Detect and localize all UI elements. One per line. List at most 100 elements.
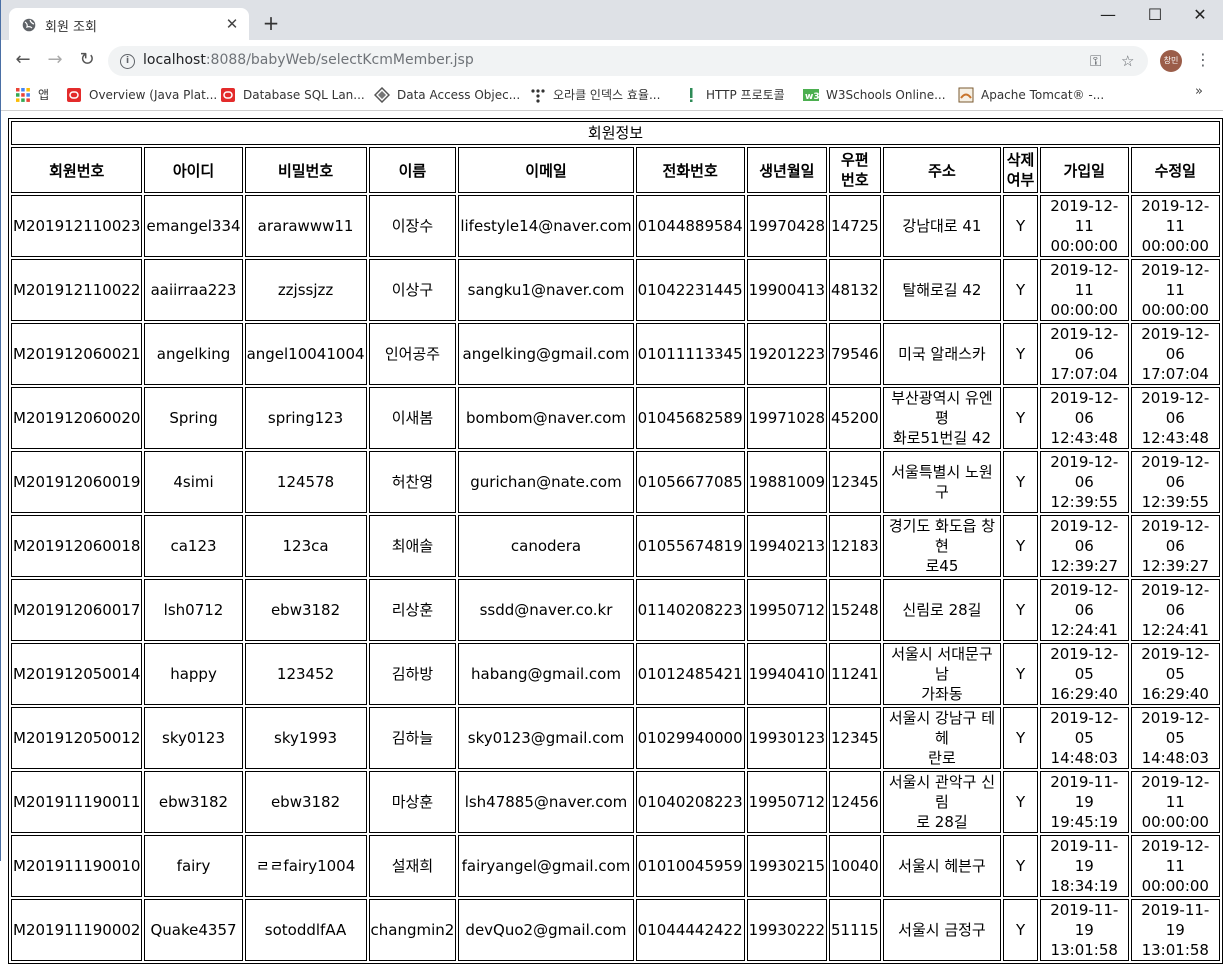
column-header-user-id: 아이디 [144,147,243,193]
bookmark-label: 오라클 인덱스 효율... [553,88,661,102]
reload-icon[interactable]: ↻ [77,50,97,70]
table-row: M201912110022 aaiirraa223 zzjssjzz 이상구 sangk… [11,259,1220,321]
menu-dots-icon[interactable]: ⋮ [1195,49,1211,71]
cell-user-id: sky0123 [144,707,243,769]
cell-member-id: M201912050012 [11,707,143,769]
cell-joined: 2019-12-05 14:48:03 [1039,707,1129,769]
bookmark-label: W3Schools Online... [826,88,946,102]
cell-phone: 01029940000 [635,707,745,769]
cell-address: 신림로 28길 [882,579,1002,641]
column-header-member-id: 회원번호 [11,147,143,193]
cell-birthdate: 19930222 [746,899,827,961]
cell-email: lsh47885@naver.com [458,771,634,833]
bookmark-java-overview[interactable]: Overview (Java Plat... [66,85,217,105]
cell-member-id: M201912050014 [11,643,143,705]
cell-email: sky0123@gmail.com [458,707,634,769]
bookmark-oracle-index[interactable]: 오라클 인덱스 효율... [530,85,660,105]
tomcat-icon [958,87,974,102]
svg-text:w3: w3 [805,92,819,102]
bookmark-data-access[interactable]: Data Access Objec... [374,85,520,105]
window-close-icon[interactable]: ✕ [1177,0,1223,30]
cell-deleted: Y [1003,835,1038,897]
column-header-name: 이름 [368,147,457,193]
cell-modified: 2019-12-06 12:39:27 [1130,515,1220,577]
cell-modified: 2019-12-05 14:48:03 [1130,707,1220,769]
browser-tab[interactable]: 회원 조회 ✕ [9,8,249,40]
cell-deleted: Y [1003,195,1038,257]
cell-address: 탈해로길 42 [882,259,1002,321]
cell-name: 인어공주 [368,323,457,385]
column-header-address: 주소 [882,147,1002,193]
cell-zipcode: 12345 [829,707,881,769]
cell-deleted: Y [1003,643,1038,705]
tab-close-icon[interactable]: ✕ [223,15,241,33]
minimize-icon[interactable]: — [1085,0,1131,30]
cell-email: fairyangel@gmail.com [458,835,634,897]
cell-password: 123452 [244,643,367,705]
cell-modified: 2019-12-11 00:00:00 [1130,259,1220,321]
cell-modified: 2019-12-11 00:00:00 [1130,195,1220,257]
cell-phone: 01044889584 [635,195,745,257]
cell-zipcode: 51115 [829,899,881,961]
bookmark-http-protocol[interactable]: HTTP 프로토콜 [683,85,785,105]
table-row: M201911190011 ebw3182 ebw3182 마상훈 lsh47885@n… [11,771,1220,833]
address-bar[interactable]: i localhost:8088/babyWeb/selectKcmMember… [108,46,1148,76]
cell-user-id: angelking [144,323,243,385]
cell-deleted: Y [1003,515,1038,577]
globe-icon [22,18,36,32]
member-table-container: 회원정보 회원번호 아이디 비밀번호 이름 이메일 전화번호 생년월일 우편 번호 주소 삭제 여부 가… [8,118,1223,964]
bookmark-w3schools[interactable]: w3 W3Schools Online... [803,85,946,105]
bookmark-label: 앱 [38,88,50,102]
forward-arrow-icon[interactable]: → [45,50,65,70]
cell-zipcode: 15248 [829,579,881,641]
table-row: M201912060020 Spring spring123 이새봄 bombom@na… [11,387,1220,449]
cell-joined: 2019-12-06 12:39:27 [1039,515,1129,577]
cell-joined: 2019-12-11 00:00:00 [1039,195,1129,257]
cell-member-id: M201912110022 [11,259,143,321]
cell-modified: 2019-12-06 12:39:55 [1130,451,1220,513]
key-icon[interactable]: ⚿ [1090,52,1101,70]
url-text[interactable]: localhost:8088/babyWeb/selectKcmMember.j… [143,52,474,68]
url-path: :8088/babyWeb/selectKcmMember.jsp [205,52,474,68]
cell-joined: 2019-11-19 18:34:19 [1039,835,1129,897]
column-header-modified: 수정일 [1130,147,1220,193]
cell-birthdate: 19930215 [746,835,827,897]
cell-member-id: M201911190011 [11,771,143,833]
back-arrow-icon[interactable]: ← [13,50,33,70]
avatar[interactable]: 창민 [1160,50,1182,72]
cell-password: ararawww11 [244,195,367,257]
cell-joined: 2019-12-06 12:39:55 [1039,451,1129,513]
cell-deleted: Y [1003,579,1038,641]
cell-deleted: Y [1003,323,1038,385]
cell-member-id: M201912060017 [11,579,143,641]
cell-password: ebw3182 [244,579,367,641]
info-icon[interactable]: i [120,54,135,69]
cell-joined: 2019-12-05 16:29:40 [1039,643,1129,705]
cell-modified: 2019-12-05 16:29:40 [1130,643,1220,705]
star-icon[interactable]: ☆ [1121,52,1134,70]
cell-birthdate: 19970428 [746,195,827,257]
cell-address: 서울특별시 노원구 [882,451,1002,513]
bookmark-apache-tomcat[interactable]: Apache Tomcat® -... [958,85,1104,105]
bookmark-apps[interactable]: 앱 [15,85,49,105]
cell-birthdate: 19971028 [746,387,827,449]
cell-phone: 01044442422 [635,899,745,961]
more-bookmarks-icon[interactable]: » [1195,84,1203,99]
cell-email: ssdd@naver.co.kr [458,579,634,641]
maximize-icon[interactable]: ☐ [1132,0,1178,30]
new-tab-icon[interactable]: + [262,13,280,33]
cell-birthdate: 19950712 [746,771,827,833]
cell-joined: 2019-11-19 13:01:58 [1039,899,1129,961]
cell-phone: 01055674819 [635,515,745,577]
cell-birthdate: 19201223 [746,323,827,385]
column-header-email: 이메일 [458,147,634,193]
cell-address: 서울시 강남구 테헤 란로 [882,707,1002,769]
cell-address: 서울시 관악구 신림 로 28길 [882,771,1002,833]
cell-birthdate: 19900413 [746,259,827,321]
cell-user-id: ca123 [144,515,243,577]
cell-email: sangku1@naver.com [458,259,634,321]
bookmark-database-sql[interactable]: Database SQL Lan... [220,85,365,105]
cell-zipcode: 79546 [829,323,881,385]
cell-address: 서울시 헤븐구 [882,835,1002,897]
bookmark-label: Database SQL Lan... [243,88,365,102]
